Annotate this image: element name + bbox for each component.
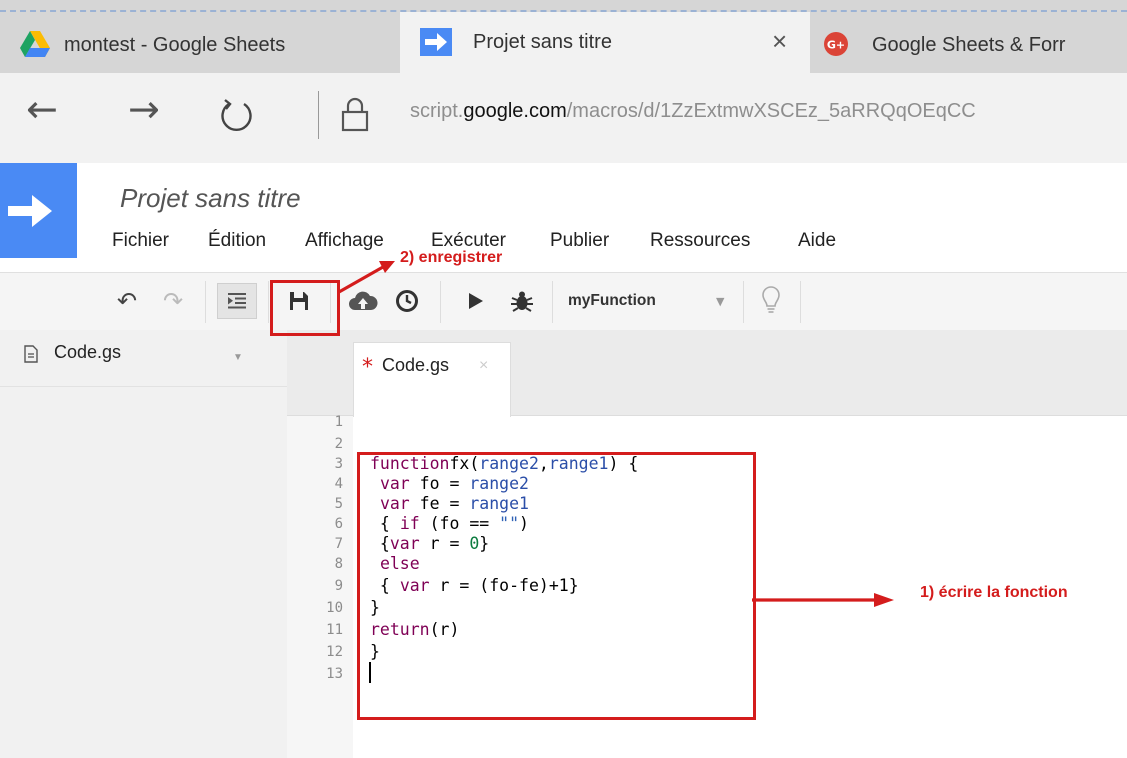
editor-tab-code-gs[interactable]: * Code.gs × (353, 342, 511, 417)
forward-arrow-icon[interactable]: → (128, 87, 160, 131)
url-field[interactable]: script.google.com/macros/d/1ZzExtmwXSCEz… (410, 100, 976, 123)
toolbar-separator (268, 281, 269, 323)
tab-title: Google Sheets & Forr (872, 33, 1066, 56)
save-annotation-arrow (338, 261, 395, 294)
address-bar: ← → script.google.com/macros/d/1ZzExtmwX… (0, 73, 1127, 163)
svg-text:G+: G+ (827, 39, 845, 52)
back-arrow-icon[interactable]: ← (26, 87, 58, 131)
editor-tab-bar: * Code.gs × (287, 330, 1127, 417)
menu-publier[interactable]: Publier (550, 230, 609, 252)
project-title[interactable]: Projet sans titre (120, 183, 301, 214)
editor-tab-label: Code.gs (382, 355, 450, 375)
address-separator (318, 91, 319, 139)
chevron-down-icon[interactable]: ▼ (233, 352, 243, 363)
browser-tab-google-plus[interactable]: G+ Google Sheets & Forr (810, 17, 1127, 73)
tab-title: Projet sans titre (473, 31, 612, 53)
toolbar-separator (800, 281, 801, 323)
code-highlight-box (357, 452, 756, 720)
run-button[interactable] (462, 283, 490, 319)
toolbar-separator (205, 281, 206, 323)
save-annotation-label: 2) enregistrer (400, 249, 503, 266)
debug-button[interactable] (506, 283, 538, 319)
save-highlight-box (270, 280, 340, 336)
url-path: /macros/d/1ZzExtmwXSCEz_5aRRQqOEqCC (566, 100, 976, 122)
indent-toggle-button[interactable] (217, 283, 257, 319)
refresh-icon[interactable] (217, 97, 255, 135)
url-subdomain: script. (410, 100, 464, 122)
url-domain: google.com (463, 100, 567, 122)
menu-fichier[interactable]: Fichier (112, 230, 169, 252)
arrow-right-icon (8, 195, 52, 227)
apps-script-logo[interactable] (0, 163, 77, 258)
indent-icon (228, 293, 246, 309)
file-name: Code.gs (54, 342, 122, 362)
document-icon (24, 345, 38, 363)
close-icon[interactable]: × (479, 357, 488, 375)
chevron-down-icon: ▼ (716, 294, 725, 308)
menu-edition[interactable]: Édition (208, 230, 266, 252)
lock-icon (341, 97, 369, 132)
toolbar-separator (743, 281, 744, 323)
toolbar-separator (552, 281, 553, 323)
menu-aide[interactable]: Aide (798, 230, 836, 252)
apps-script-icon (420, 28, 452, 56)
lightbulb-button[interactable] (757, 283, 785, 319)
menu-affichage[interactable]: Affichage (305, 230, 384, 252)
toolbar: ↶ ↷ myFunction ▼ (0, 272, 1127, 331)
tab-title: montest - Google Sheets (64, 33, 286, 56)
google-drive-icon (20, 31, 50, 57)
close-icon[interactable]: × (772, 26, 787, 57)
browser-tab-sheets[interactable]: montest - Google Sheets (0, 17, 395, 73)
file-item[interactable]: Code.gs ▼ (0, 330, 287, 387)
code-annotation-arrow (752, 593, 894, 607)
browser-tab-projet[interactable]: Projet sans titre × (400, 12, 810, 73)
file-panel: Code.gs ▼ (0, 330, 287, 758)
toolbar-separator (440, 281, 441, 323)
play-icon (469, 293, 483, 309)
modified-indicator: * (362, 355, 373, 380)
menu-ressources[interactable]: Ressources (650, 230, 750, 252)
undo-icon[interactable]: ↶ (112, 283, 142, 319)
function-select-value: myFunction (568, 292, 656, 309)
app-header: Projet sans titre Fichier Édition Affich… (0, 163, 1127, 273)
google-plus-icon: G+ (824, 32, 848, 56)
lightbulb-icon (762, 286, 780, 313)
code-annotation-label: 1) écrire la fonction (920, 584, 1068, 601)
function-select[interactable]: myFunction ▼ (568, 283, 738, 319)
bug-icon (511, 291, 533, 312)
redo-icon[interactable]: ↷ (158, 283, 188, 319)
